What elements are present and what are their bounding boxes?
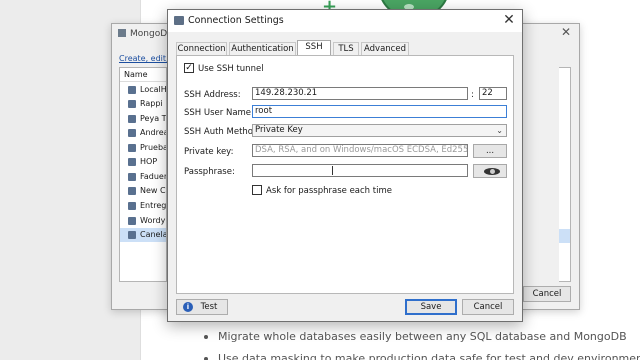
list-item[interactable]: HOP — [120, 155, 166, 169]
list-item-label: Prueba — [140, 143, 167, 152]
tab-connection[interactable]: Connection — [176, 42, 227, 55]
browse-key-button[interactable]: ... — [473, 144, 507, 158]
dialog-titlebar: Connection Settings ✕ — [168, 10, 522, 32]
ask-passphrase-checkbox[interactable] — [252, 185, 262, 195]
list-item[interactable]: New C — [120, 184, 166, 198]
connection-icon — [128, 144, 136, 152]
ssh-auth-method-select[interactable]: Private Key ⌄ — [252, 124, 507, 137]
list-item[interactable]: Wordy — [120, 214, 166, 228]
list-item-label: Wordy — [140, 216, 166, 225]
ask-passphrase-label: Ask for passphrase each time — [266, 186, 392, 196]
list-item-label: Peya T — [140, 114, 167, 123]
list-item[interactable]: Prueba — [120, 141, 167, 155]
list-item[interactable]: Faduer — [120, 170, 167, 184]
private-key-label: Private key: — [184, 147, 234, 157]
selection-highlight — [559, 229, 570, 243]
connection-icon — [128, 173, 136, 181]
ssh-user-input[interactable]: root — [252, 105, 507, 118]
connection-list[interactable]: Name LocalH Rappi Peya T Andrea Prueba H… — [119, 67, 167, 282]
eye-pupil — [490, 169, 495, 174]
list-item-label: Canela — [140, 230, 167, 239]
ssh-address-label: SSH Address: — [184, 90, 241, 100]
passphrase-label: Passphrase: — [184, 167, 235, 177]
app-icon — [174, 16, 184, 25]
list-item-label: Entreg — [140, 201, 167, 210]
close-icon[interactable]: ✕ — [561, 25, 571, 39]
use-ssh-tunnel-checkbox[interactable]: ✓ — [184, 63, 194, 73]
ssh-auth-method-label: SSH Auth Method: — [184, 127, 262, 137]
test-button[interactable]: i Test — [176, 299, 228, 315]
connection-icon — [128, 129, 136, 137]
ssh-address-input[interactable]: 149.28.230.21 — [252, 87, 468, 100]
ssh-settings-panel: ✓ Use SSH tunnel SSH Address: 149.28.230… — [176, 55, 514, 294]
feature-item: Use data masking to make production data… — [204, 352, 640, 360]
cancel-button[interactable]: Cancel — [523, 286, 571, 302]
connection-icon — [128, 231, 136, 239]
close-icon[interactable]: ✕ — [501, 11, 517, 29]
ssh-port-input[interactable]: 22 — [479, 87, 507, 100]
dialog-title: Connection Settings — [188, 15, 284, 26]
list-item-selected[interactable]: Canela — [120, 228, 167, 242]
list-item[interactable]: Rappi — [120, 97, 166, 111]
connection-icon — [128, 217, 136, 225]
tab-authentication[interactable]: Authentication — [229, 42, 296, 55]
passphrase-input[interactable] — [252, 164, 468, 177]
private-key-input[interactable]: DSA, RSA, and on Windows/macOS ECDSA, Ed… — [252, 144, 468, 157]
connection-icon — [128, 100, 136, 108]
cancel-button[interactable]: Cancel — [462, 299, 514, 315]
tab-ssh[interactable]: SSH — [297, 40, 331, 56]
port-separator: : — [471, 90, 474, 100]
tab-tls[interactable]: TLS — [333, 42, 359, 55]
list-item-label: New C — [140, 186, 166, 195]
connection-settings-dialog: Connection Settings ✕ Connection Authent… — [167, 9, 523, 322]
save-button[interactable]: Save — [405, 299, 457, 315]
connection-icon — [128, 158, 136, 166]
ssh-user-label: SSH User Name: — [184, 108, 254, 118]
selected-value: Private Key — [255, 125, 303, 135]
connection-icon — [128, 115, 136, 123]
list-item[interactable]: Entreg — [120, 199, 167, 213]
list-item-label: Faduer — [140, 172, 167, 181]
text-cursor-icon — [332, 166, 333, 175]
app-icon — [118, 29, 126, 37]
info-icon: i — [183, 302, 193, 312]
connection-icon — [128, 202, 136, 210]
show-password-button[interactable] — [473, 164, 507, 178]
window-title: MongoDB — [118, 29, 173, 39]
list-item-label: LocalH — [140, 85, 167, 94]
use-ssh-tunnel-label: Use SSH tunnel — [198, 64, 264, 74]
connection-icon — [128, 187, 136, 195]
chevron-down-icon: ⌄ — [496, 126, 503, 135]
connection-list-right-edge — [559, 67, 571, 282]
list-item-label: Rappi — [140, 99, 163, 108]
list-item-label: Andrea — [140, 128, 167, 137]
connection-icon — [128, 86, 136, 94]
tab-advanced[interactable]: Advanced — [361, 42, 409, 55]
feature-item: Migrate whole databases easily between a… — [204, 330, 640, 352]
feature-list: Migrate whole databases easily between a… — [204, 330, 640, 360]
list-item[interactable]: Peya T — [120, 112, 167, 126]
list-item[interactable]: LocalH — [120, 83, 167, 97]
list-item[interactable]: Andrea — [120, 126, 167, 140]
list-item-label: HOP — [140, 157, 158, 166]
list-header-name[interactable]: Name — [120, 68, 166, 82]
